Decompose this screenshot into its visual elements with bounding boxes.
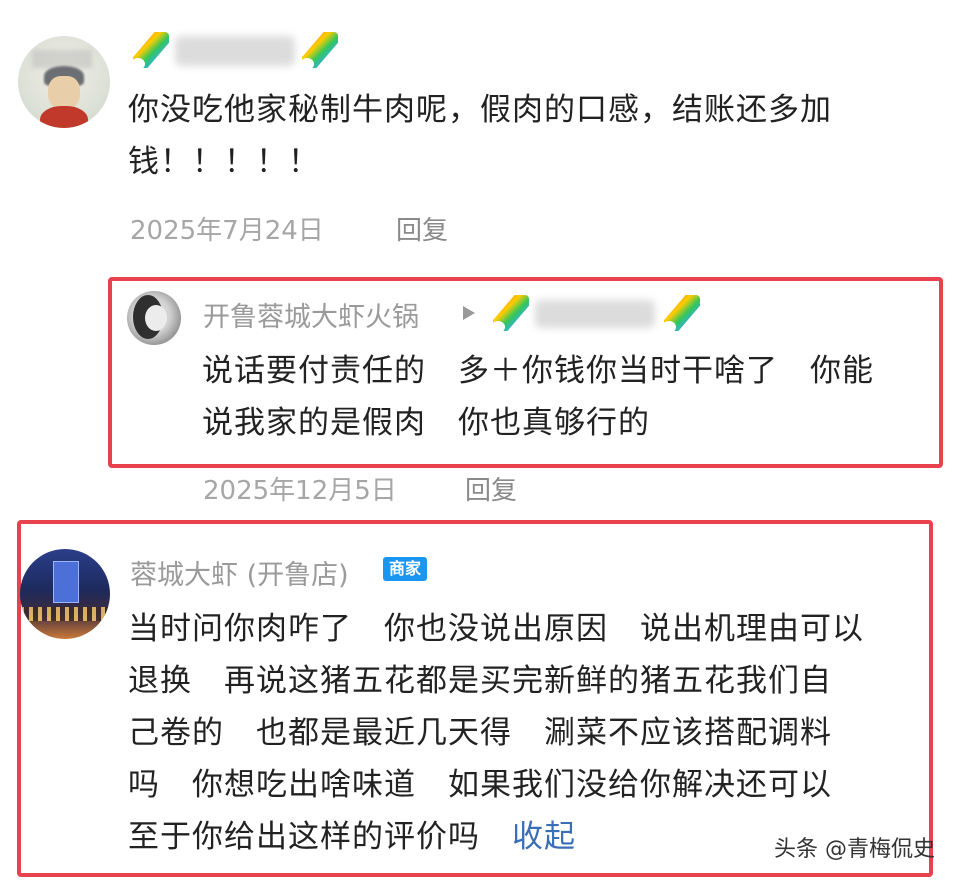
author-name-blurred[interactable] <box>175 36 295 66</box>
reply-button[interactable]: 回复 <box>396 210 448 247</box>
reply-button[interactable]: 回复 <box>465 470 517 507</box>
collapse-link[interactable]: 收起 <box>512 819 576 855</box>
watermark: 头条 @青梅侃史 <box>774 837 935 862</box>
merchant-badge: 商家 <box>383 557 428 581</box>
play-arrow-icon <box>463 306 475 320</box>
comment-line: 己卷的 也都是最近几天得 涮菜不应该搭配调料 <box>128 715 832 751</box>
comment-line: 说话要付责任的 多＋你钱你当时干啥了 你能 <box>202 353 874 389</box>
comment-line: 你没吃他家秘制牛肉呢，假肉的口感，结账还多加 <box>128 92 832 128</box>
comment-line-text: 至于你给出这样的评价吗 <box>128 819 480 855</box>
comment-text: 你没吃他家秘制牛肉呢，假肉的口感，结账还多加 钱！！！！！ <box>128 84 938 188</box>
author-name[interactable]: 蓉城大虾 (开鲁店) <box>130 553 349 592</box>
rainbow-emoji-icon <box>302 32 338 68</box>
comment-line: 退换 再说这猪五花都是买完新鲜的猪五花我们自 <box>128 663 832 699</box>
comment-line: 说我家的是假肉 你也真够行的 <box>202 405 650 441</box>
comment-date: 2025年7月24日 <box>130 216 324 246</box>
comment-line: 吗 你想吃出啥味道 如果我们没给你解决还可以 <box>128 767 832 803</box>
comment-text: 当时问你肉咋了 你也没说出原因 说出机理由可以 退换 再说这猪五花都是买完新鲜的… <box>128 603 928 863</box>
comment-line: 钱！！！！！ <box>128 144 320 180</box>
comment-date: 2025年12月5日 <box>203 476 397 506</box>
avatar[interactable] <box>127 291 181 345</box>
avatar[interactable] <box>18 36 110 128</box>
comment-text: 说话要付责任的 多＋你钱你当时干啥了 你能 说我家的是假肉 你也真够行的 <box>202 345 937 449</box>
author-name[interactable]: 开鲁蓉城大虾火锅 <box>203 295 419 334</box>
comment-line: 当时问你肉咋了 你也没说出原因 说出机理由可以 <box>128 611 864 647</box>
avatar[interactable] <box>20 549 110 639</box>
reply-target-name-blurred[interactable] <box>535 300 655 328</box>
rainbow-emoji-icon <box>133 32 169 68</box>
